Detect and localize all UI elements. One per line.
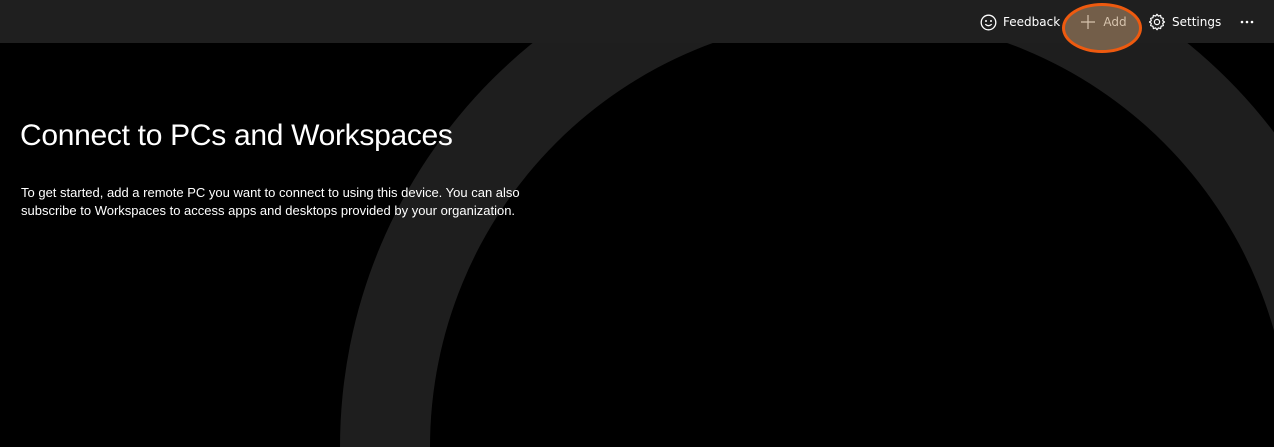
more-horizontal-icon (1238, 13, 1256, 31)
feedback-button[interactable]: Feedback (979, 8, 1060, 36)
page-title: Connect to PCs and Workspaces (20, 119, 453, 152)
settings-label: Settings (1172, 15, 1222, 29)
page-description: To get started, add a remote PC you want… (21, 185, 520, 218)
settings-button[interactable]: Settings (1148, 8, 1221, 36)
add-label: Add (1103, 15, 1127, 29)
plus-icon (1079, 13, 1097, 31)
remote-desktop-app: Feedback Add Settings Connect to PCs and… (0, 0, 1274, 447)
smiley-icon (979, 13, 997, 31)
add-button[interactable]: Add (1068, 8, 1138, 36)
background-arc-graphic (340, 0, 1274, 447)
top-toolbar: Feedback Add Settings (0, 0, 1274, 53)
feedback-label: Feedback (1003, 15, 1061, 29)
more-options-button[interactable] (1236, 8, 1258, 36)
gear-icon (1148, 13, 1166, 31)
